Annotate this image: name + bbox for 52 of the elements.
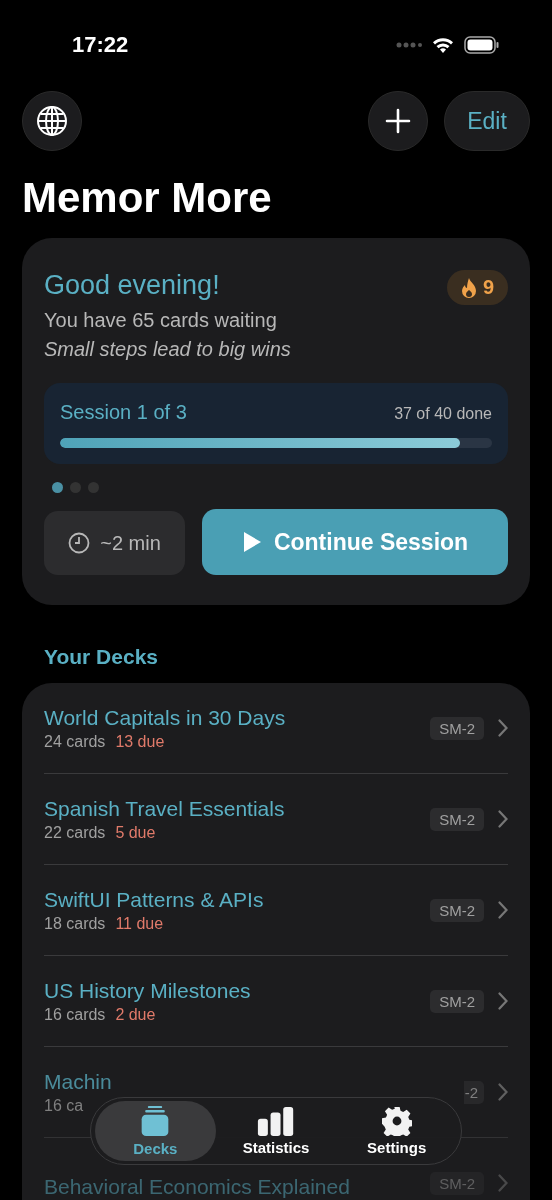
due-count: 13 due <box>115 733 165 751</box>
due-count: 2 due <box>115 1006 156 1024</box>
plus-icon <box>385 108 411 134</box>
chevron-icon <box>498 901 508 919</box>
deck-title: Behavioral Economics Explained <box>44 1174 351 1200</box>
clock-icon <box>68 532 91 554</box>
chevron-icon <box>498 992 508 1010</box>
section-heading: Your Decks <box>44 645 159 669</box>
algorithm-tag: SM-2 <box>430 1171 484 1195</box>
cards-waiting-text: You have 65 cards waiting <box>44 309 278 332</box>
tab-button[interactable]: Settings <box>336 1101 457 1161</box>
card-count: 24 cards <box>44 733 106 751</box>
chevron-icon <box>498 1083 508 1101</box>
card-count: 18 cards <box>44 915 106 933</box>
tab-button[interactable]: Decks <box>95 1101 216 1161</box>
streak-badge: 9 <box>446 270 508 305</box>
signal-icon <box>396 42 422 48</box>
status-time: 17:22 <box>72 32 129 58</box>
algorithm-tag: SM-2 <box>430 807 484 831</box>
play-icon <box>241 531 262 553</box>
motto-text: Small steps lead to big wins <box>44 338 292 361</box>
due-count: 5 due <box>115 824 156 842</box>
algorithm-tag: SM-2 <box>430 716 484 740</box>
bar-chart-icon <box>257 1106 295 1136</box>
edit-button[interactable]: Edit <box>444 91 530 151</box>
page-dot[interactable] <box>52 482 63 493</box>
card-count: 16 cards <box>44 1006 106 1024</box>
session-label: Session 1 of 3 <box>60 401 187 424</box>
card-count: 22 cards <box>44 824 106 842</box>
flame-icon <box>460 276 477 299</box>
deck-title: US History Milestones <box>44 978 252 1004</box>
chevron-icon <box>498 719 508 737</box>
algorithm-tag: SM-2 <box>430 989 484 1013</box>
globe-icon <box>36 105 68 137</box>
wifi-icon <box>432 36 454 54</box>
deck-title: World Capitals in 30 Days <box>44 705 287 731</box>
deck-title: Spanish Travel Essentials <box>44 796 286 822</box>
tab-button[interactable]: Statistics <box>215 1101 337 1161</box>
due-count: 11 due <box>115 915 164 933</box>
algorithm-tag: -2 <box>463 1080 484 1104</box>
card-count: 16 ca <box>44 1097 84 1115</box>
algorithm-tag: SM-2 <box>430 898 484 922</box>
deck-title: Machin <box>44 1069 113 1095</box>
battery-icon <box>464 36 500 54</box>
deck-title: SwiftUI Patterns & APIs <box>44 887 265 913</box>
settings-icon <box>381 1106 412 1136</box>
duration-chip: ~2 min <box>44 511 185 575</box>
chevron-icon <box>498 1174 508 1192</box>
chevron-icon <box>498 810 508 828</box>
greeting-title: Good evening! <box>44 269 220 302</box>
session-progress-text: 37 of 40 done <box>394 405 492 423</box>
app-title: Memor More <box>22 174 273 222</box>
